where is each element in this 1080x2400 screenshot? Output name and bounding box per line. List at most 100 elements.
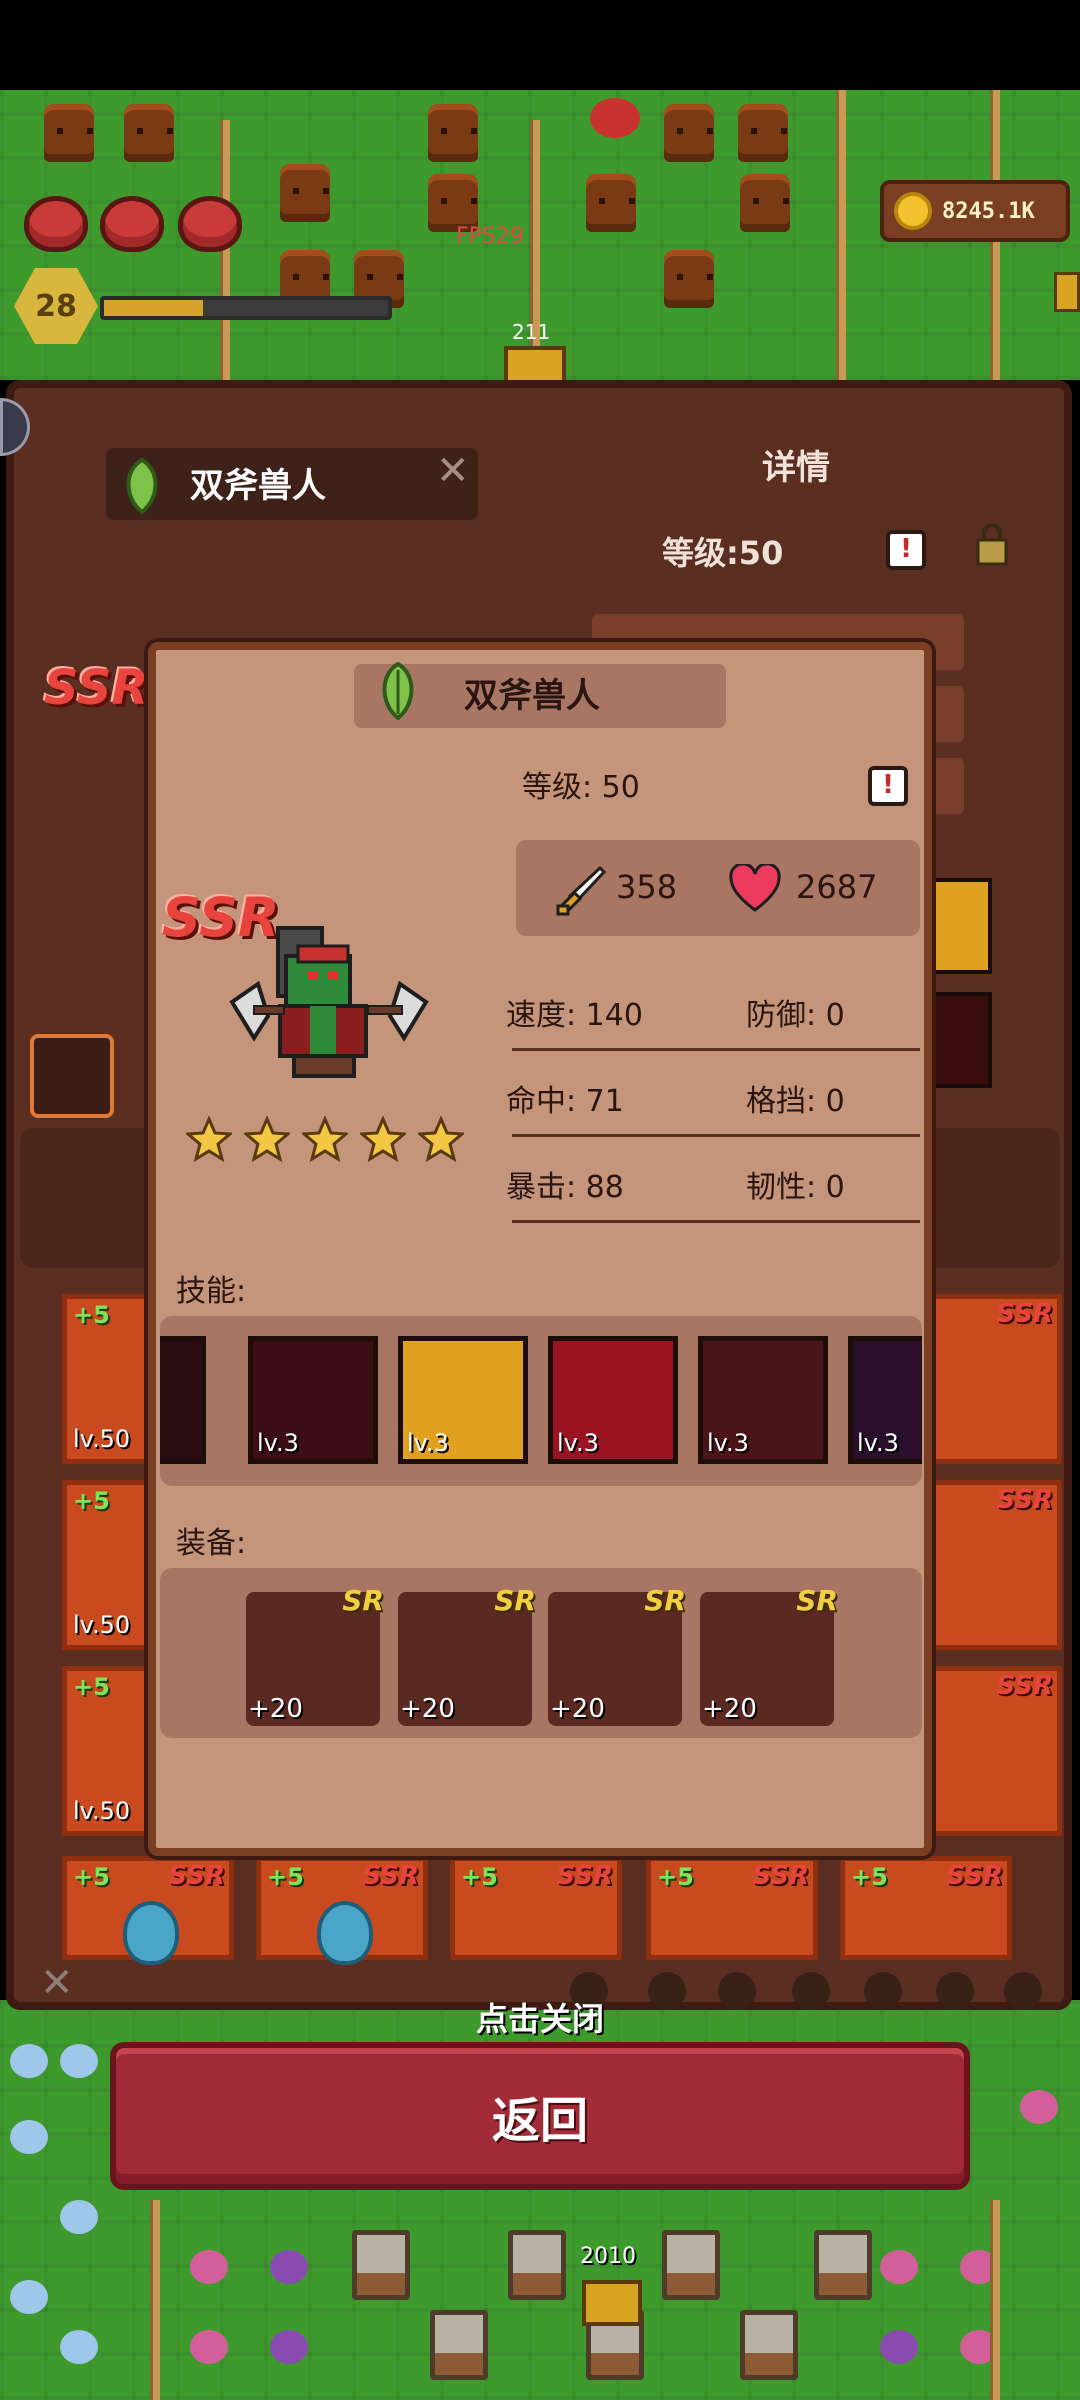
stat-hit: 命中: 71 (506, 1084, 624, 1119)
side-chest-icon[interactable] (1054, 272, 1080, 312)
orc-hero-sprite (229, 926, 429, 1078)
skill-partial-icon[interactable] (160, 1336, 206, 1464)
card-level: lv.50 (73, 1797, 131, 1825)
sword-plus-icon[interactable]: lv.3 (398, 1336, 528, 1464)
back-rarity-badge: SSR (44, 660, 149, 716)
card-level: lv.50 (73, 1425, 131, 1453)
stat-defense: 防御: 0 (746, 998, 845, 1033)
unit-card[interactable]: +5 SSR (450, 1856, 622, 1960)
card-plus: +5 (73, 1487, 110, 1515)
stat-crit: 暴击: 88 (506, 1170, 624, 1205)
life-heart-icon (24, 196, 88, 252)
helmet-icon[interactable]: lv.3 (698, 1336, 828, 1464)
card-level: lv.50 (73, 1611, 131, 1639)
star-icon (244, 1116, 290, 1162)
ring-icon[interactable]: SR +20 (548, 1584, 686, 1726)
flower (190, 2250, 228, 2284)
unit-card[interactable]: +5 SSR (256, 1856, 428, 1965)
status-bar (0, 0, 1080, 90)
flower (60, 2044, 98, 2078)
card-plus: +5 (461, 1863, 498, 1891)
equip-enhance: +20 (248, 1694, 303, 1724)
card-plus: +5 (267, 1863, 304, 1891)
card-rarity: SSR (996, 1671, 1053, 1701)
star-icon (302, 1116, 348, 1162)
card-rarity: SSR (996, 1299, 1053, 1329)
water-drop-icon (317, 1901, 373, 1965)
tree-stump (738, 104, 788, 162)
bow-icon[interactable]: SR +20 (246, 1584, 384, 1726)
flower (270, 2330, 308, 2364)
stat-toughness: 韧性: 0 (746, 1170, 845, 1205)
blood-blade-icon[interactable]: lv.3 (248, 1336, 378, 1464)
tree-stump (280, 164, 330, 222)
blood-pillar-icon[interactable]: lv.3 (548, 1336, 678, 1464)
tree-stump (124, 104, 174, 162)
card-plus: +5 (851, 1863, 888, 1891)
skill-level: lv.3 (707, 1429, 749, 1457)
equip-enhance: +20 (400, 1694, 455, 1724)
crate (662, 2230, 720, 2300)
unit-card[interactable]: +5 SSR (646, 1856, 818, 1960)
info-icon[interactable]: ! (868, 766, 908, 806)
card-rarity: SSR (946, 1861, 1003, 1891)
info-icon[interactable]: ! (886, 530, 926, 570)
card-plus: +5 (73, 1301, 110, 1329)
crate (430, 2310, 488, 2380)
leaf-icon (126, 457, 158, 515)
crate (814, 2230, 872, 2300)
card-rarity: SSR (168, 1861, 225, 1891)
chest-count-label: 2010 (580, 2244, 636, 2269)
close-icon[interactable]: ✕ (436, 448, 470, 494)
skill-slot-icon[interactable] (932, 878, 992, 974)
flower (60, 2200, 98, 2234)
back-unit-name: 双斧兽人 (190, 466, 326, 506)
skill-level: lv.3 (857, 1429, 899, 1457)
flower (10, 2120, 48, 2154)
tree-stump (44, 104, 94, 162)
hero-name: 双斧兽人 (464, 676, 600, 716)
skill-level: lv.3 (257, 1429, 299, 1457)
sword-icon (556, 865, 607, 916)
ring-icon[interactable]: SR +20 (700, 1584, 838, 1726)
flower (270, 2250, 308, 2284)
card-plus: +5 (73, 1863, 110, 1891)
card-rarity: SSR (362, 1861, 419, 1891)
fps-counter: FPS29 (456, 224, 524, 249)
equip-enhance: +20 (702, 1694, 757, 1724)
chest-icon[interactable] (582, 2280, 642, 2326)
coin-counter[interactable]: 8245.1K (880, 180, 1070, 242)
card-rarity: SSR (752, 1861, 809, 1891)
tree-stump (664, 104, 714, 162)
unit-card[interactable]: +5 SSR (62, 1856, 234, 1965)
lock-icon[interactable] (974, 522, 1010, 568)
player-level-value: 28 (35, 288, 77, 324)
leaf-icon (382, 661, 414, 721)
back-button[interactable]: 返回 (110, 2042, 970, 2190)
crate (352, 2230, 410, 2300)
skill-level: lv.3 (407, 1429, 449, 1457)
tap-to-close-hint[interactable]: 点击关闭 (0, 1994, 1080, 2040)
skills-list[interactable]: lv.3 lv.3 lv.3 lv.3 lv.3 (160, 1316, 922, 1486)
equip-enhance: +20 (550, 1694, 605, 1724)
blade-icon[interactable]: SR +20 (398, 1584, 536, 1726)
life-heart-icon (100, 196, 164, 252)
star-icon (186, 1116, 232, 1162)
skill-level: lv.3 (557, 1429, 599, 1457)
book-icon[interactable] (30, 1034, 114, 1118)
purple-vortex-icon[interactable]: lv.3 (848, 1336, 922, 1464)
card-rarity: SSR (996, 1485, 1053, 1515)
heart-icon (729, 864, 781, 912)
equip-rarity: SR (494, 1584, 536, 1617)
details-title: 详情 (762, 448, 830, 488)
equip-rarity: SR (796, 1584, 838, 1617)
skill-slot-icon[interactable] (932, 992, 992, 1088)
flower (880, 2250, 918, 2284)
unit-card[interactable]: +5 SSR (840, 1856, 1012, 1960)
star-icon (418, 1116, 464, 1162)
skills-label: 技能: (176, 1274, 247, 1309)
stat-speed: 速度: 140 (506, 998, 643, 1033)
flower (1020, 2090, 1058, 2124)
hp-value: 2687 (796, 868, 878, 906)
equip-rarity: SR (342, 1584, 384, 1617)
